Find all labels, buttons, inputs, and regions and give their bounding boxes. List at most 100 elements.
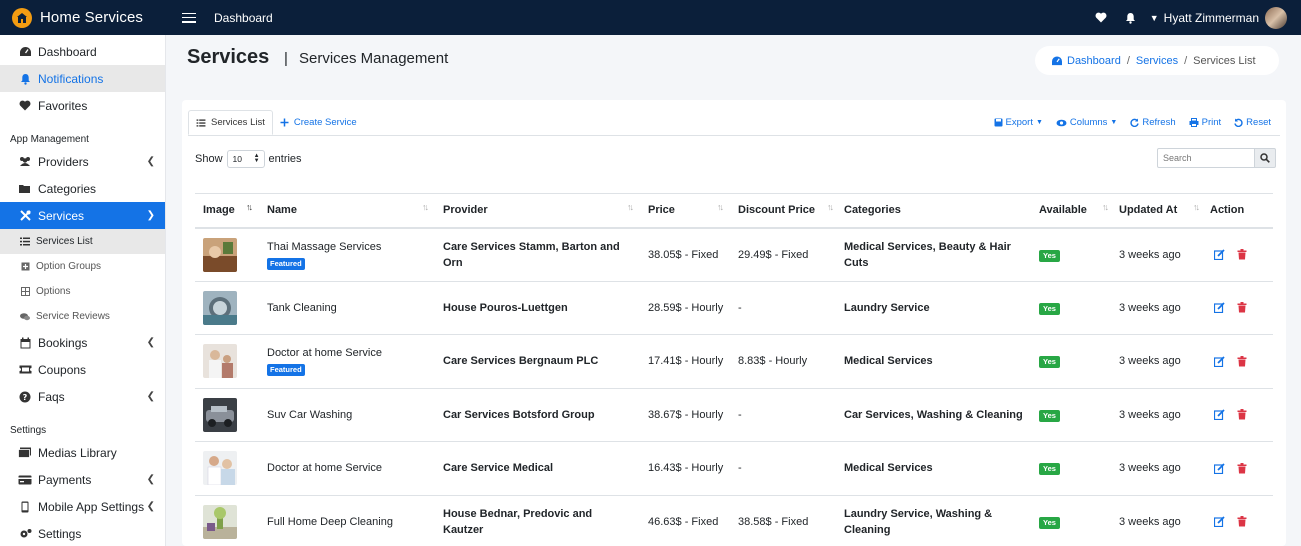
tab-services-list[interactable]: Services List	[188, 110, 273, 135]
edit-icon[interactable]	[1214, 409, 1225, 421]
sidebar-item-faqs[interactable]: ? Faqs ❮	[0, 383, 165, 410]
column-header-name[interactable]: Name ↑↓	[259, 193, 435, 229]
updated-cell: 3 weeks ago	[1111, 388, 1202, 442]
sidebar-item-coupons[interactable]: Coupons	[0, 356, 165, 383]
service-thumbnail[interactable]	[203, 504, 237, 539]
service-name[interactable]: Doctor at home Service	[267, 347, 382, 359]
cogs-icon	[18, 527, 32, 541]
search-input[interactable]: Search	[1157, 148, 1255, 168]
updated-cell: 3 weeks ago	[1111, 441, 1202, 496]
delete-icon[interactable]	[1237, 516, 1247, 527]
column-header-available[interactable]: Available ↑↓	[1031, 193, 1111, 229]
sidebar-item-notifications[interactable]: Notifications	[0, 65, 165, 92]
column-header-discount-price[interactable]: Discount Price ↑↓	[730, 193, 836, 229]
column-header-provider[interactable]: Provider ↑↓	[435, 193, 640, 229]
edit-icon[interactable]	[1214, 463, 1225, 474]
refresh-button[interactable]: Refresh	[1130, 117, 1176, 128]
service-thumbnail[interactable]	[203, 451, 237, 486]
sidebar-item-services[interactable]: Services ❯	[0, 202, 165, 229]
sidebar-item-settings[interactable]: Settings	[0, 520, 165, 546]
images-icon	[18, 446, 32, 460]
table-row: Doctor at home Service Care Service Medi…	[195, 441, 1273, 496]
service-name[interactable]: Thai Massage Services	[267, 241, 381, 253]
sidebar-item-payments[interactable]: Payments ❮	[0, 466, 165, 493]
delete-icon[interactable]	[1237, 355, 1247, 367]
sidebar-header-settings: Settings	[10, 425, 47, 436]
nav-dashboard-link[interactable]: Dashboard	[214, 11, 273, 25]
breadcrumb-services-link[interactable]: Services	[1136, 55, 1178, 67]
edit-icon[interactable]	[1214, 516, 1225, 528]
users-icon	[18, 155, 32, 169]
sidebar-item-label: Providers	[38, 154, 89, 169]
sidebar-item-mobile-app-settings[interactable]: Mobile App Settings ❮	[0, 493, 165, 520]
refresh-icon	[1130, 118, 1140, 127]
sidebar-subitem-options[interactable]: Options	[0, 279, 165, 304]
updated-cell: 3 weeks ago	[1111, 227, 1202, 282]
sidebar-item-label: Mobile App Settings	[38, 499, 145, 514]
available-badge: Yes	[1039, 249, 1060, 262]
sidebar-item-categories[interactable]: Categories	[0, 175, 165, 202]
sidebar-item-label: Services	[38, 208, 85, 223]
brand[interactable]: Home Services	[0, 0, 166, 35]
table-tools: Export ▼ Columns ▼ Refresh Print Reset	[981, 117, 1271, 128]
breadcrumb-dashboard-link[interactable]: Dashboard	[1051, 55, 1121, 67]
export-button[interactable]: Export ▼	[994, 117, 1043, 128]
entries-label: entries	[268, 153, 302, 165]
column-header-image[interactable]: Image ↑↓	[195, 193, 259, 229]
edit-icon[interactable]	[1214, 249, 1225, 260]
grid-icon	[20, 287, 30, 297]
sidebar-toggle-icon[interactable]	[182, 11, 196, 25]
sidebar-subitem-service-reviews[interactable]: Service Reviews	[0, 304, 165, 329]
service-thumbnail[interactable]	[203, 237, 237, 272]
notifications-bell-icon[interactable]	[1124, 11, 1138, 25]
header-label: Image	[203, 204, 235, 217]
sidebar-item-favorites[interactable]: Favorites	[0, 92, 165, 119]
comments-icon	[20, 312, 30, 322]
dashboard-icon	[18, 45, 32, 59]
delete-icon[interactable]	[1237, 462, 1247, 474]
breadcrumb-dashboard-label: Dashboard	[1067, 54, 1121, 67]
reset-button[interactable]: Reset	[1234, 117, 1271, 128]
provider-cell: House Pouros-Luettgen	[435, 281, 640, 335]
tab-create-service[interactable]: Create Service	[273, 110, 364, 135]
service-thumbnail[interactable]	[203, 290, 237, 325]
service-name[interactable]: Suv Car Washing	[267, 409, 352, 421]
sidebar-item-providers[interactable]: Providers ❮	[0, 148, 165, 175]
services-card: Services List Create Service Export ▼ Co…	[182, 100, 1286, 546]
service-thumbnail[interactable]	[203, 344, 237, 379]
service-thumbnail[interactable]	[203, 397, 237, 432]
sidebar-subitem-label: Option Groups	[36, 261, 102, 272]
sidebar-subitem-services-list[interactable]: Services List	[0, 229, 165, 254]
column-header-updated-at[interactable]: Updated At ↑↓	[1111, 193, 1202, 229]
print-button[interactable]: Print	[1189, 117, 1222, 128]
edit-icon[interactable]	[1214, 302, 1225, 314]
edit-icon[interactable]	[1214, 356, 1225, 367]
featured-badge: Featured	[267, 364, 305, 377]
sidebar-item-medias-library[interactable]: Medias Library	[0, 439, 165, 466]
columns-button[interactable]: Columns ▼	[1056, 117, 1117, 128]
sort-icon: ↑↓	[422, 202, 429, 212]
sidebar-item-bookings[interactable]: Bookings ❮	[0, 329, 165, 356]
print-label: Print	[1201, 117, 1222, 128]
column-header-categories: Categories	[836, 193, 1031, 229]
service-name[interactable]: Doctor at home Service	[267, 462, 382, 474]
user-menu[interactable]: ▼ Hyatt Zimmerman	[1150, 6, 1287, 29]
price-cell: 28.59$ - Hourly	[640, 281, 730, 335]
sidebar-subitem-option-groups[interactable]: Option Groups	[0, 254, 165, 279]
favorites-heart-icon[interactable]	[1094, 11, 1108, 25]
available-badge: Yes	[1039, 409, 1060, 422]
available-badge: Yes	[1039, 302, 1060, 315]
entries-select[interactable]: 10 ▲ ▼	[226, 150, 265, 168]
search-button[interactable]	[1254, 148, 1276, 168]
sidebar-item-label: Settings	[38, 526, 82, 541]
delete-icon[interactable]	[1237, 409, 1247, 420]
service-name[interactable]: Full Home Deep Cleaning	[267, 516, 393, 528]
service-name[interactable]: Tank Cleaning	[267, 302, 337, 314]
delete-icon[interactable]	[1237, 302, 1247, 313]
delete-icon[interactable]	[1237, 249, 1247, 260]
services-table: Image ↑↓ Name ↑↓ Provider ↑↓ Price ↑↓ Discou…	[195, 193, 1273, 546]
column-header-price[interactable]: Price ↑↓	[640, 193, 730, 229]
sidebar-item-label: Bookings	[38, 335, 88, 350]
breadcrumb-separator: /	[1126, 54, 1130, 67]
sidebar-item-dashboard[interactable]: Dashboard	[0, 38, 165, 65]
